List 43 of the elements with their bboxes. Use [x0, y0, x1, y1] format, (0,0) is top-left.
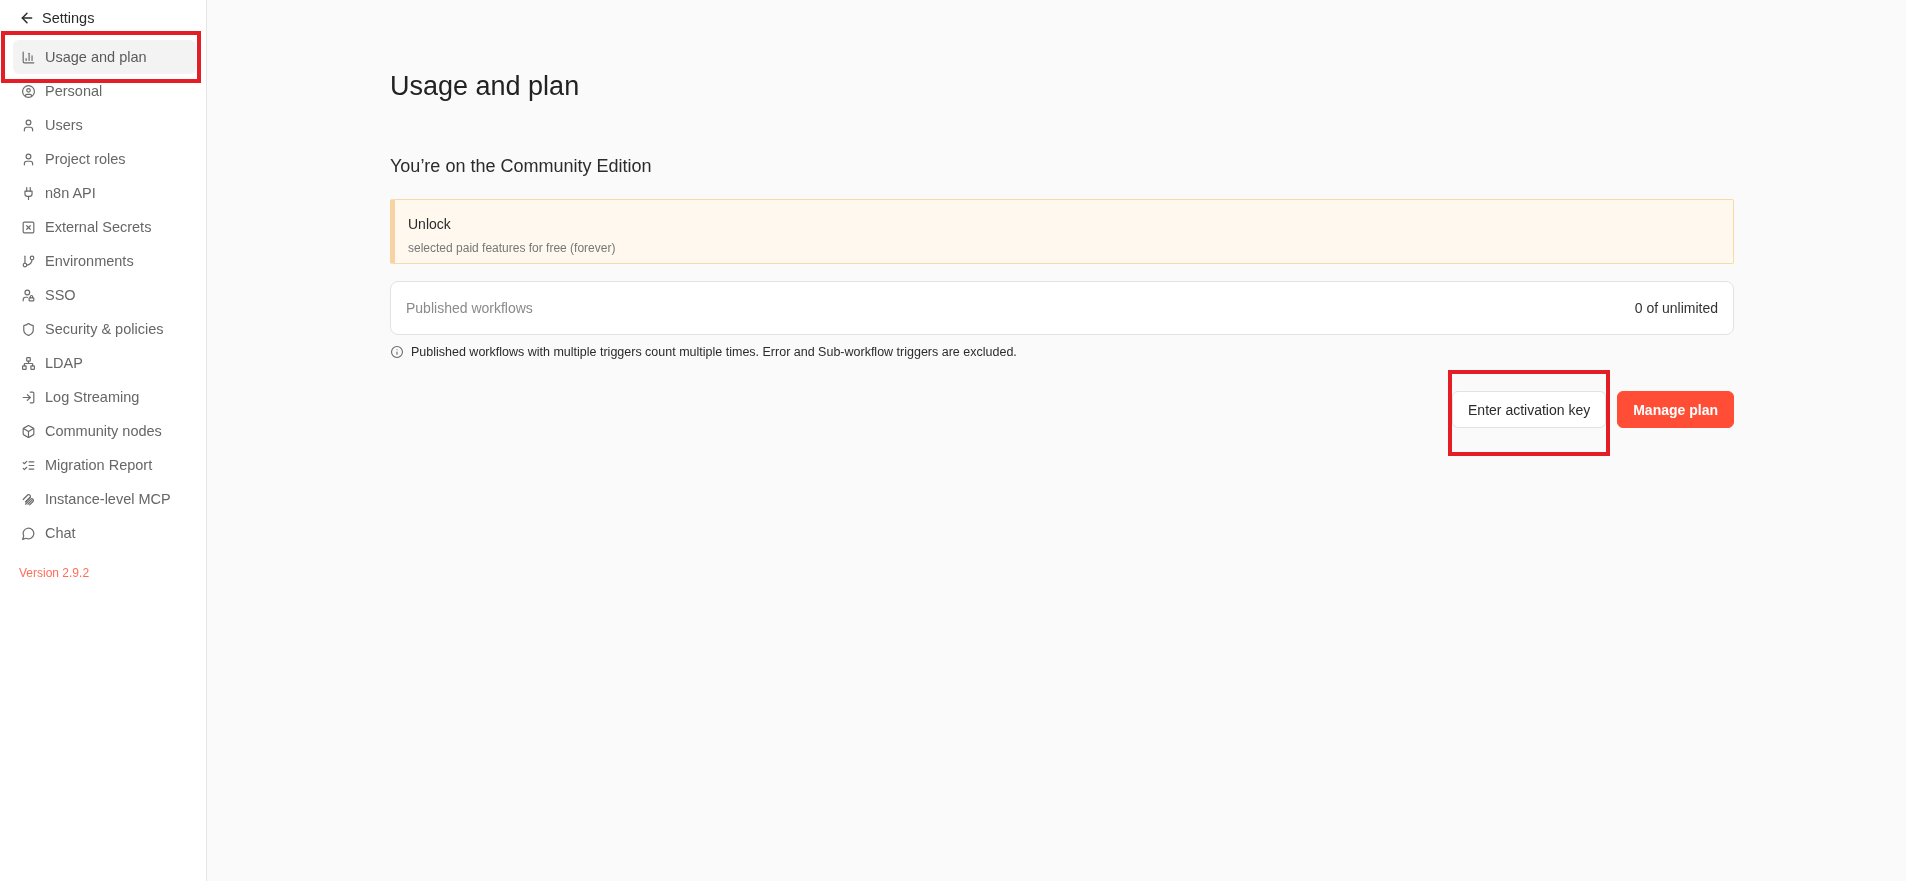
user-icon [22, 118, 35, 132]
callout-text: selected paid features for free (forever) [408, 240, 617, 256]
sidebar-item[interactable]: Project roles [13, 142, 196, 176]
sidebar-item[interactable]: Instance-level MCP [13, 482, 196, 516]
plug-icon [22, 186, 35, 200]
sidebar-item[interactable]: Personal [13, 74, 196, 108]
sidebar-item[interactable]: Community nodes [13, 414, 196, 448]
sidebar-item[interactable]: External Secrets [13, 210, 196, 244]
sidebar-item[interactable]: Migration Report [13, 448, 196, 482]
coil-icon [22, 492, 35, 506]
info-icon [391, 346, 403, 358]
cube-icon [22, 424, 35, 438]
page-title: Usage and plan [390, 70, 581, 103]
version-label: Version 2.9.2 [18, 565, 91, 582]
sidebar-item[interactable]: Usage and plan [13, 40, 196, 74]
shield-icon [22, 322, 35, 336]
sidebar-item[interactable]: Log Streaming [13, 380, 196, 414]
bar-chart-icon [22, 50, 35, 64]
usage-note: Published workflows with multiple triggers count multiple times. Error and Sub-workflow triggers are excluded. [411, 344, 1017, 361]
back-button[interactable]: Settings [13, 1, 95, 35]
activation-key-button[interactable]: Enter activation key [1452, 391, 1607, 428]
user-circle-icon [22, 84, 35, 98]
arrow-left-icon [21, 12, 33, 24]
square-x-icon [22, 220, 35, 234]
usage-label: Published workflows [406, 300, 533, 316]
sidebar-item[interactable]: Environments [13, 244, 196, 278]
callout-title: Unlock [408, 215, 452, 234]
sidebar-item[interactable]: Users [13, 108, 196, 142]
sidebar-item[interactable]: Chat [13, 516, 196, 550]
log-in-icon [22, 390, 35, 404]
sidebar-item[interactable]: LDAP [13, 346, 196, 380]
network-icon [22, 356, 35, 370]
sidebar-item[interactable]: Security & policies [13, 312, 196, 346]
sidebar-item[interactable]: SSO [13, 278, 196, 312]
usage-value: 0 of unlimited [1634, 300, 1718, 316]
branch-icon [22, 254, 35, 268]
user-lock-icon [22, 288, 35, 302]
plan-heading: You’re on the Community Edition [390, 155, 653, 178]
speech-bubble-icon [22, 526, 35, 540]
checklist-icon [22, 458, 35, 472]
sidebar-item[interactable]: n8n API [13, 176, 196, 210]
manage-plan-button[interactable]: Manage plan [1617, 391, 1734, 428]
user-icon [22, 152, 35, 166]
